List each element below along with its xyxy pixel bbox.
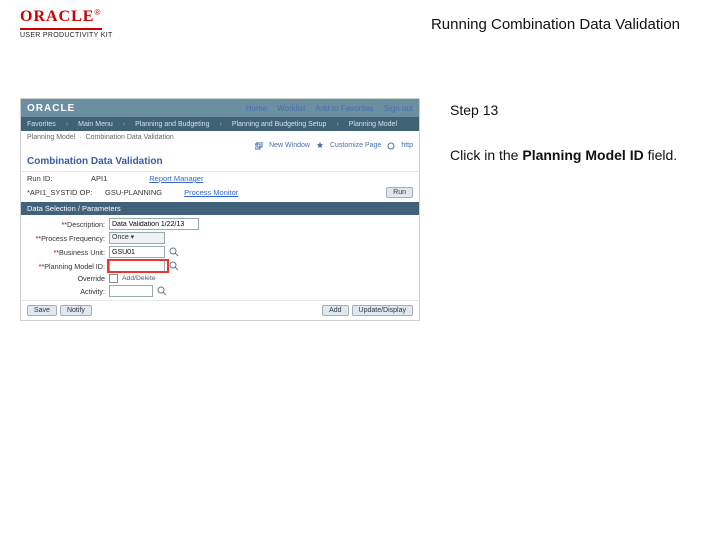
breadcrumb-bar: Favorites› Main Menu› Planning and Budge… (21, 117, 419, 131)
override-checkbox[interactable] (109, 274, 118, 283)
run-button[interactable]: Run (386, 187, 413, 198)
procfreq-label: **Process Frequency: (27, 234, 105, 243)
notify-button[interactable]: Notify (60, 305, 92, 316)
menu-favorites[interactable]: Favorites (27, 121, 56, 128)
topnav-signout[interactable]: Sign out (384, 104, 413, 113)
app-brand: ORACLE (27, 103, 75, 114)
app-screenshot: ORACLE Home Worklist Add to Favorites Si… (20, 98, 420, 321)
oracle-wordmark: ORACLE (20, 8, 94, 25)
app-topbar: ORACLE Home Worklist Add to Favorites Si… (21, 99, 419, 117)
menu-main[interactable]: Main Menu (78, 121, 113, 128)
activity-input[interactable] (109, 285, 153, 297)
customize-icon[interactable] (316, 142, 324, 152)
save-button[interactable]: Save (27, 305, 57, 316)
http-icon[interactable] (387, 142, 395, 152)
page-tools: New Window Customize Page http (21, 142, 419, 154)
highlight-box (107, 259, 169, 273)
tool-customize[interactable]: Customize Page (330, 142, 381, 152)
instruction-column: Step 13 Click in the Planning Model ID f… (450, 98, 700, 165)
add-button[interactable]: Add (322, 305, 348, 316)
menu-pb[interactable]: Planning and Budgeting (135, 121, 209, 128)
process-monitor-link[interactable]: Process Monitor (184, 188, 238, 197)
upk-subtitle: USER PRODUCTIVITY KIT (20, 32, 113, 39)
lookup-icon-plmodel[interactable] (169, 261, 179, 271)
menu-pbsetup[interactable]: Planning and Budgeting Setup (232, 121, 327, 128)
params-header: Data Selection / Parameters (21, 202, 419, 215)
activity-label: Activity: (27, 287, 105, 296)
description-input[interactable] (109, 218, 199, 230)
busunit-value: GSU-PLANNING (105, 188, 162, 197)
menu-pmodel[interactable]: Planning Model (349, 121, 397, 128)
business-unit-input[interactable] (109, 246, 165, 258)
update-button[interactable]: Update/Display (352, 305, 413, 316)
busunit-param-label: **Business Unit: (27, 248, 105, 257)
tab-combo-valid[interactable]: Combination Data Validation (86, 134, 174, 141)
topnav-favorites[interactable]: Add to Favorites (315, 104, 373, 113)
main-content: ORACLE Home Worklist Add to Favorites Si… (0, 56, 720, 321)
busunit-row: *API1_SYSTID OP: GSU-PLANNING Process Mo… (21, 185, 419, 200)
document-title: Running Combination Data Validation (431, 16, 680, 33)
instr-bold: Planning Model ID (522, 147, 643, 163)
bottom-bar: Save Notify Add Update/Display (21, 300, 419, 320)
run-id-value: API1 (91, 174, 107, 183)
override-badge: Add/Delete (122, 275, 156, 282)
instr-pre: Click in the (450, 147, 522, 163)
tab-crumb: Planning Model · Combination Data Valida… (21, 131, 419, 142)
instr-post: field. (644, 147, 677, 163)
topnav-home[interactable]: Home (246, 104, 267, 113)
screenshot-column: ORACLE Home Worklist Add to Favorites Si… (20, 98, 420, 321)
busunit-label: *API1_SYSTID OP: (27, 188, 99, 197)
run-id-label: Run ID: (27, 174, 85, 183)
desc-label: **Description: (27, 220, 105, 229)
params-block: **Description: **Process Frequency: Once… (21, 215, 419, 300)
new-window-icon[interactable] (255, 142, 263, 152)
lookup-icon-activity[interactable] (157, 286, 167, 296)
step-instruction: Click in the Planning Model ID field. (450, 146, 700, 165)
run-row: Run ID: API1 Report Manager (21, 172, 419, 185)
tool-http[interactable]: http (401, 142, 413, 152)
tab-planning-model[interactable]: Planning Model (27, 134, 75, 141)
override-label: Override (27, 274, 105, 283)
topnav-worklist[interactable]: Worklist (277, 104, 305, 113)
step-number: Step 13 (450, 102, 700, 118)
logo-underline (20, 28, 102, 30)
document-header: ORACLE® USER PRODUCTIVITY KIT Running Co… (0, 0, 720, 56)
report-manager-link[interactable]: Report Manager (149, 174, 203, 183)
procfreq-select[interactable]: Once ▾ (109, 232, 165, 244)
page-title: Combination Data Validation (21, 154, 419, 172)
tool-new-window[interactable]: New Window (269, 142, 310, 152)
planning-model-label: **Planning Model ID: (27, 262, 105, 271)
lookup-icon-busunit[interactable] (169, 247, 179, 257)
